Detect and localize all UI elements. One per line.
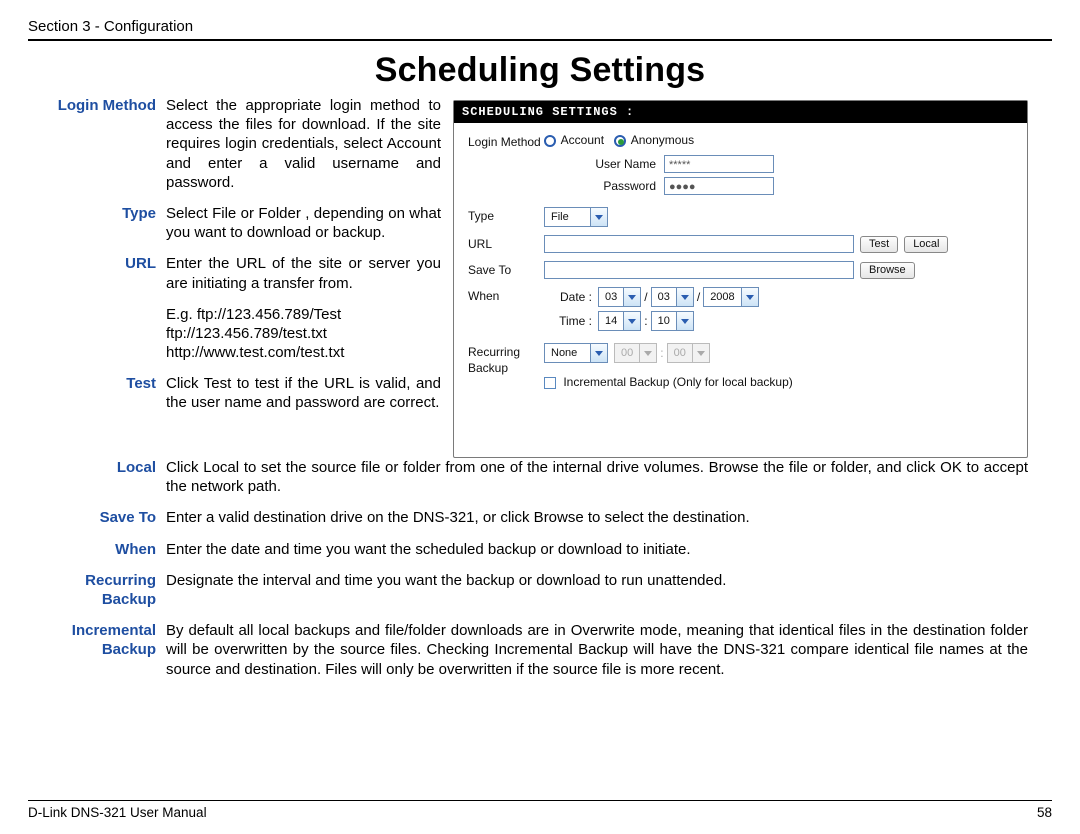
term-url: URL [28,254,166,292]
term-saveto: Save To [28,508,166,527]
time-mm-select[interactable]: 10 [651,311,694,331]
def-login-method: Login Method Select the appropriate logi… [28,96,441,192]
def-test: Test Click Test to test if the URL is va… [28,374,441,412]
local-button[interactable]: Local [904,236,948,253]
ss-when-label: When [468,287,544,305]
page-number: 58 [1037,805,1052,820]
term-login-method: Login Method [28,96,166,192]
def-recurring: Recurring Backup Designate the interval … [28,571,1028,609]
def-type: Type Select File or Folder , depending o… [28,204,441,242]
body-incremental: By default all local backups and file/fo… [166,621,1028,679]
password-label: Password [544,179,664,193]
footer-left: D-Link DNS-321 User Manual [28,805,207,820]
radio-account-label: Account [561,133,604,147]
ss-recurring-label: Recurring Backup [468,343,544,376]
ss-saveto-label: Save To [468,261,544,279]
radio-anonymous[interactable] [614,135,626,147]
def-local: Local Click Local to set the source file… [28,458,1028,496]
page-title: Scheduling Settings [28,51,1052,90]
ss-url-label: URL [468,235,544,253]
body-url: Enter the URL of the site or server you … [166,254,441,292]
term-when: When [28,540,166,559]
body-type: Select File or Folder , depending on wha… [166,204,441,242]
time-label: Time : [544,314,598,328]
incremental-checkbox[interactable] [544,377,556,389]
radio-anonymous-label: Anonymous [631,133,694,147]
hr-bottom [28,800,1052,801]
hr-top [28,39,1052,41]
header-section: Section 3 - Configuration [28,18,1052,35]
username-label: User Name [544,157,664,171]
body-url-eg: E.g. ftp://123.456.789/Test ftp://123.45… [166,305,441,363]
recurring-hh-select: 00 [614,343,657,363]
footer: D-Link DNS-321 User Manual 58 [28,800,1052,820]
term-incremental: Incremental Backup [28,621,166,679]
body-login-method: Select the appropriate login method to a… [166,96,441,192]
radio-account[interactable] [544,135,556,147]
term-local: Local [28,458,166,496]
ss-login-method-label: Login Method [468,133,544,151]
url-input[interactable] [544,235,854,253]
body-recurring: Designate the interval and time you want… [166,571,1028,609]
term-recurring: Recurring Backup [28,571,166,609]
date-dd-select[interactable]: 03 [651,287,694,307]
date-label: Date : [544,290,598,304]
saveto-input[interactable] [544,261,854,279]
screenshot-panel: SCHEDULING SETTINGS : Login Method Accou… [453,100,1028,458]
body-local: Click Local to set the source file or fo… [166,458,1028,496]
username-input[interactable]: ***** [664,155,774,173]
def-url-eg: E.g. ftp://123.456.789/Test ftp://123.45… [28,305,441,363]
def-saveto: Save To Enter a valid destination drive … [28,508,1028,527]
date-yy-select[interactable]: 2008 [703,287,758,307]
screenshot-title: SCHEDULING SETTINGS : [454,101,1027,123]
recurring-mm-select: 00 [667,343,710,363]
def-when: When Enter the date and time you want th… [28,540,1028,559]
body-test: Click Test to test if the URL is valid, … [166,374,441,412]
term-test: Test [28,374,166,412]
password-input[interactable]: ●●●● [664,177,774,195]
recurring-select[interactable]: None [544,343,608,363]
test-button[interactable]: Test [860,236,898,253]
time-hh-select[interactable]: 14 [598,311,641,331]
body-when: Enter the date and time you want the sch… [166,540,1028,559]
date-mm-select[interactable]: 03 [598,287,641,307]
incremental-label: Incremental Backup (Only for local backu… [563,375,792,389]
body-saveto: Enter a valid destination drive on the D… [166,508,1028,527]
browse-button[interactable]: Browse [860,262,915,279]
ss-type-label: Type [468,207,544,225]
def-incremental: Incremental Backup By default all local … [28,621,1028,679]
term-type: Type [28,204,166,242]
content: Login Method Select the appropriate logi… [28,96,1052,691]
type-select[interactable]: File [544,207,608,227]
def-url: URL Enter the URL of the site or server … [28,254,441,292]
